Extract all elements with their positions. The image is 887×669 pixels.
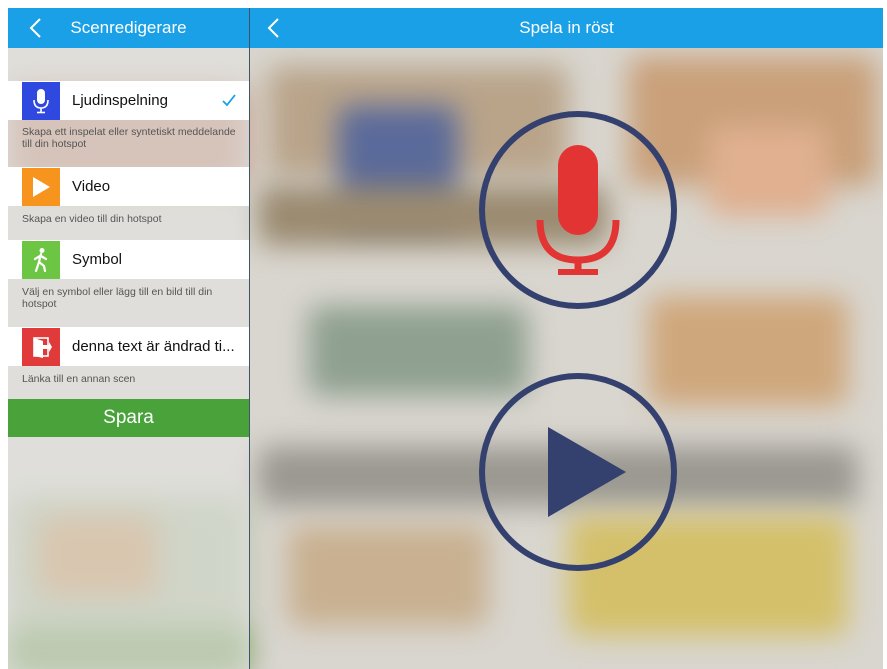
microphone-icon — [22, 81, 60, 120]
option-symbol[interactable]: Symbol — [8, 240, 249, 279]
left-header: Scenredigerare — [8, 8, 249, 48]
option-audio-recording[interactable]: Ljudinspelning — [8, 81, 249, 120]
option-description: Välj en symbol eller lägg till en bild t… — [22, 286, 213, 310]
right-header-title: Spela in röst — [519, 18, 614, 37]
option-description: Skapa ett inspelat eller syntetiskt medd… — [22, 126, 236, 150]
left-header-title: Scenredigerare — [70, 18, 187, 37]
option-label: denna text är ändrad ti... — [72, 338, 235, 355]
door-icon — [22, 327, 60, 366]
play-icon — [22, 167, 60, 206]
play-button[interactable] — [478, 372, 678, 572]
options-list: Ljudinspelning Skapa ett inspelat eller … — [8, 48, 249, 669]
back-icon[interactable] — [26, 17, 48, 39]
checkmark-icon — [222, 94, 236, 107]
option-description: Skapa en video till din hotspot — [22, 213, 162, 225]
right-header: Spela in röst — [250, 8, 883, 48]
option-link-scene[interactable]: denna text är ändrad ti... — [8, 327, 249, 366]
play-icon — [548, 427, 626, 517]
option-label: Video — [72, 178, 111, 195]
option-video[interactable]: Video — [8, 167, 249, 206]
option-description: Länka till en annan scen — [22, 373, 136, 385]
microphone-icon — [536, 145, 620, 275]
walking-person-icon — [22, 240, 60, 279]
scene-editor-panel: Scenredigerare Ljudinspelning Skapa ett … — [8, 8, 250, 669]
option-label: Symbol — [72, 251, 123, 268]
save-button[interactable]: Spara — [8, 399, 249, 437]
back-icon[interactable] — [264, 17, 286, 39]
record-button[interactable] — [478, 110, 678, 310]
